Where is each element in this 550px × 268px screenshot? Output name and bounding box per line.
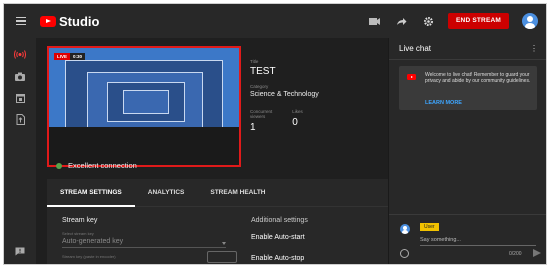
stream-stats: Concurrent viewers 1 Likes 0 — [250, 109, 303, 133]
copy-button[interactable] — [207, 251, 237, 263]
user-avatar — [400, 224, 410, 234]
char-count: 0/200 — [509, 251, 522, 257]
camera-icon[interactable] — [367, 14, 381, 28]
chat-welcome-notice: Welcome to live chat! Remember to guard … — [399, 66, 537, 110]
stream-key-heading: Stream key — [62, 217, 98, 224]
tab-bar: STREAM SETTINGS ANALYTICS STREAM HEALTH — [47, 179, 388, 207]
stream-key-select[interactable]: Auto-generated key — [62, 238, 226, 248]
youtube-logo-icon — [40, 15, 56, 27]
chat-message-input[interactable]: Say something... — [420, 237, 536, 246]
live-icon[interactable] — [4, 44, 36, 64]
stream-info: Title TEST Category Science & Technology… — [250, 59, 319, 133]
likes-label: Likes — [292, 109, 303, 114]
title-label: Title — [250, 59, 259, 64]
left-rail — [4, 38, 36, 264]
logo-text: Studio — [59, 13, 100, 29]
user-name-tag: User — [420, 223, 439, 231]
live-badge: LIVE 0:30 — [54, 53, 86, 60]
viewers-value: 1 — [250, 122, 256, 133]
upload-icon[interactable] — [4, 109, 36, 129]
notice-text: Welcome to live chat! Remember to guard … — [425, 72, 531, 84]
studio-window: Studio END STREAM LIVE 0:30 Excellent co… — [3, 3, 547, 265]
tab-stream-settings[interactable]: STREAM SETTINGS — [47, 179, 135, 207]
stream-title: TEST — [250, 66, 276, 77]
auto-stop-toggle[interactable]: Enable Auto-stop — [251, 255, 304, 262]
category-value: Science & Technology — [250, 91, 319, 98]
likes-value: 0 — [292, 117, 298, 128]
stream-settings-panel: Stream key Select stream key Auto-genera… — [47, 207, 388, 264]
calendar-icon[interactable] — [4, 88, 36, 108]
top-bar: Studio END STREAM — [4, 4, 546, 38]
end-stream-button[interactable]: END STREAM — [448, 13, 509, 29]
category-block: Category Science & Technology — [250, 84, 319, 98]
auto-start-toggle[interactable]: Enable Auto-start — [251, 234, 305, 241]
send-icon[interactable] — [533, 249, 541, 257]
viewers-stat: Concurrent viewers 1 — [250, 109, 272, 133]
preview-desktop-strip — [49, 127, 239, 165]
camera-icon[interactable] — [4, 66, 36, 86]
elapsed-time: 0:30 — [70, 53, 86, 60]
stream-key-label: Stream key (paste in encoder) — [62, 254, 116, 259]
live-chat-panel: Live chat ⋮ Welcome to live chat! Rememb… — [388, 38, 546, 264]
connection-text: Excellent connection — [68, 161, 137, 170]
main-panel: LIVE 0:30 Excellent connection Title TES… — [36, 38, 388, 264]
gear-icon[interactable] — [421, 14, 435, 28]
youtube-logo-icon — [407, 74, 416, 80]
select-stream-key-label: Select stream key — [62, 231, 94, 236]
learn-more-link[interactable]: LEARN MORE — [425, 100, 462, 106]
menu-icon[interactable] — [16, 16, 26, 26]
live-label: LIVE — [54, 53, 71, 60]
tab-stream-health[interactable]: STREAM HEALTH — [197, 179, 278, 207]
chat-input-area: User Say something... 0/200 — [389, 214, 546, 264]
likes-stat: Likes 0 — [292, 109, 303, 133]
category-label: Category — [250, 84, 269, 89]
viewers-label: Concurrent viewers — [250, 109, 273, 119]
top-actions: END STREAM — [367, 4, 538, 38]
stream-preview[interactable]: LIVE 0:30 — [47, 46, 241, 167]
connection-status: Excellent connection — [56, 161, 137, 170]
chat-header: Live chat ⋮ — [389, 38, 546, 60]
share-icon[interactable] — [394, 14, 408, 28]
avatar[interactable] — [522, 13, 538, 29]
tab-analytics[interactable]: ANALYTICS — [135, 179, 198, 207]
chat-title: Live chat — [399, 44, 432, 53]
more-options-icon[interactable]: ⋮ — [530, 44, 538, 53]
feedback-icon[interactable] — [4, 241, 36, 261]
preview-frame — [123, 90, 169, 114]
connection-dot-icon — [56, 162, 62, 169]
studio-logo[interactable]: Studio — [40, 14, 99, 29]
additional-settings-heading: Additional settings — [251, 217, 308, 224]
emoji-icon[interactable] — [400, 249, 409, 258]
